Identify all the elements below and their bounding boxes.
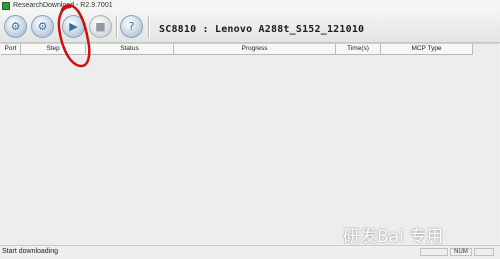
watermark: 研发Bai 专用 xyxy=(343,227,444,247)
help-button[interactable]: ? xyxy=(120,15,143,38)
column-header-time[interactable]: Time(s) xyxy=(336,44,381,54)
gears-icon: ⚙ xyxy=(37,20,48,33)
settings-button[interactable]: ⚙ xyxy=(31,15,54,38)
status-bar: Start downloading NUM xyxy=(0,245,500,259)
port-list[interactable]: Port Step Status Progress Time(s) MCP Ty… xyxy=(1,43,499,245)
toolbar: ⚙ ⚙ ▶ ■ ? SC8810 : Lenovo A288t_S152_121… xyxy=(0,12,500,43)
stop-icon: ■ xyxy=(95,20,106,33)
column-header-progress[interactable]: Progress xyxy=(174,44,336,54)
status-pane-blank xyxy=(420,248,448,256)
toolbar-separator xyxy=(116,16,118,38)
stop-downloading-button[interactable]: ■ xyxy=(89,15,112,38)
status-pane-blank xyxy=(474,248,494,256)
toolbar-separator xyxy=(148,16,150,38)
start-downloading-button[interactable]: ▶ xyxy=(62,15,85,38)
status-message: Start downloading xyxy=(2,248,59,255)
question-icon: ? xyxy=(128,20,135,33)
column-header-mcp-type[interactable]: MCP Type xyxy=(381,44,473,54)
num-lock-indicator: NUM xyxy=(450,248,472,256)
column-header-port[interactable]: Port xyxy=(1,44,21,54)
window-title: ResearchDownload - R2.9.7001 xyxy=(13,2,113,9)
gear-icon: ⚙ xyxy=(10,20,21,33)
column-header-step[interactable]: Step xyxy=(21,44,86,54)
app-icon xyxy=(2,2,10,10)
title-bar: ResearchDownload - R2.9.7001 xyxy=(0,0,500,12)
column-header-status[interactable]: Status xyxy=(86,44,174,54)
column-header-row: Port Step Status Progress Time(s) MCP Ty… xyxy=(1,44,473,55)
play-icon: ▶ xyxy=(69,20,78,33)
load-packet-button[interactable]: ⚙ xyxy=(4,15,27,38)
device-info: SC8810 : Lenovo A288t_S152_121010 xyxy=(159,24,365,35)
